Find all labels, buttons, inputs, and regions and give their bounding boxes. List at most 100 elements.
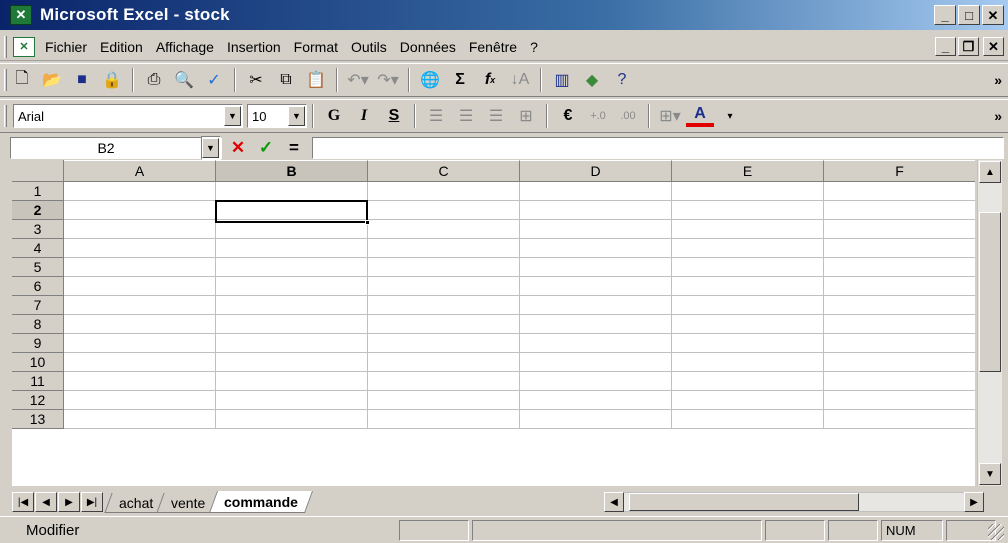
row-header-9[interactable]: 9 <box>12 334 64 353</box>
toolbar-options-chevron-icon[interactable]: » <box>994 108 1002 124</box>
menu-insertion[interactable]: Insertion <box>227 39 281 55</box>
minimize-button[interactable]: _ <box>934 5 956 25</box>
chart-wizard-icon[interactable]: ▥ <box>548 67 576 93</box>
menu-edition[interactable]: Edition <box>100 39 143 55</box>
cell-d6[interactable] <box>520 277 672 296</box>
cell-d5[interactable] <box>520 258 672 277</box>
font-size-combo[interactable]: 10 ▼ <box>247 104 307 128</box>
select-all-button[interactable] <box>12 160 64 182</box>
cell-a10[interactable] <box>64 353 216 372</box>
hyperlink-icon[interactable]: 🌐 <box>416 67 444 93</box>
italic-button[interactable]: I <box>350 103 378 129</box>
horizontal-scrollbar[interactable]: ◀ ▶ <box>604 492 984 512</box>
column-header-a[interactable]: A <box>64 160 216 182</box>
cell-d4[interactable] <box>520 239 672 258</box>
cell-b2[interactable] <box>216 201 368 220</box>
cell-f11[interactable] <box>824 372 975 391</box>
row-header-10[interactable]: 10 <box>12 353 64 372</box>
cell-a8[interactable] <box>64 315 216 334</box>
cell-e3[interactable] <box>672 220 824 239</box>
new-icon[interactable]: 🗋 <box>8 67 36 93</box>
cell-c2[interactable] <box>368 201 520 220</box>
borders-icon[interactable]: ⊞▾ <box>656 103 684 129</box>
cell-d11[interactable] <box>520 372 672 391</box>
first-sheet-icon[interactable]: |◀ <box>12 492 34 512</box>
cell-e2[interactable] <box>672 201 824 220</box>
row-header-7[interactable]: 7 <box>12 296 64 315</box>
cell-a7[interactable] <box>64 296 216 315</box>
menubar-grip[interactable] <box>4 35 7 58</box>
cell-a9[interactable] <box>64 334 216 353</box>
cell-c3[interactable] <box>368 220 520 239</box>
help-icon[interactable]: ? <box>608 67 636 93</box>
cell-b1[interactable] <box>216 182 368 201</box>
cell-e6[interactable] <box>672 277 824 296</box>
column-header-d[interactable]: D <box>520 160 672 182</box>
horizontal-scroll-thumb[interactable] <box>629 493 859 511</box>
equals-icon[interactable]: = <box>282 138 306 158</box>
menu-help[interactable]: ? <box>530 39 538 55</box>
scroll-down-icon[interactable]: ▼ <box>979 463 1001 485</box>
menu-fichier[interactable]: Fichier <box>45 39 87 55</box>
cell-a13[interactable] <box>64 410 216 429</box>
scroll-up-icon[interactable]: ▲ <box>979 161 1001 183</box>
font-color-dropdown-icon[interactable]: ▾ <box>716 103 744 129</box>
cell-d7[interactable] <box>520 296 672 315</box>
resize-grip-icon[interactable] <box>988 524 1004 540</box>
cell-f3[interactable] <box>824 220 975 239</box>
cell-b7[interactable] <box>216 296 368 315</box>
cell-a6[interactable] <box>64 277 216 296</box>
menu-affichage[interactable]: Affichage <box>156 39 214 55</box>
align-right-icon[interactable]: ☰ <box>482 103 510 129</box>
merge-center-icon[interactable]: ⊞ <box>512 103 540 129</box>
cell-d8[interactable] <box>520 315 672 334</box>
chevron-down-icon[interactable]: ▼ <box>288 106 305 126</box>
toolbar-grip[interactable] <box>4 105 7 127</box>
open-icon[interactable]: 📂 <box>38 67 66 93</box>
cell-e12[interactable] <box>672 391 824 410</box>
cell-a12[interactable] <box>64 391 216 410</box>
cell-e11[interactable] <box>672 372 824 391</box>
row-header-1[interactable]: 1 <box>12 182 64 201</box>
cell-b11[interactable] <box>216 372 368 391</box>
cell-f9[interactable] <box>824 334 975 353</box>
vertical-scrollbar[interactable]: ▲ ▼ <box>977 160 1002 486</box>
cell-e5[interactable] <box>672 258 824 277</box>
cell-c11[interactable] <box>368 372 520 391</box>
font-color-icon[interactable]: A <box>686 105 714 127</box>
row-header-4[interactable]: 4 <box>12 239 64 258</box>
last-sheet-icon[interactable]: ▶| <box>81 492 103 512</box>
workbook-icon[interactable]: ✕ <box>13 36 35 57</box>
cut-icon[interactable]: ✂ <box>242 67 270 93</box>
chevron-down-icon[interactable]: ▼ <box>202 138 219 158</box>
close-button[interactable]: ✕ <box>982 5 1004 25</box>
cell-f13[interactable] <box>824 410 975 429</box>
title-bar[interactable]: ✕ Microsoft Excel - stock _ □ ✕ <box>0 0 1008 30</box>
decrease-decimal-icon[interactable]: .00 <box>614 103 642 129</box>
cell-b3[interactable] <box>216 220 368 239</box>
cell-a3[interactable] <box>64 220 216 239</box>
cell-e9[interactable] <box>672 334 824 353</box>
drawing-icon[interactable]: ◆ <box>578 67 606 93</box>
row-header-13[interactable]: 13 <box>12 410 64 429</box>
cell-d13[interactable] <box>520 410 672 429</box>
row-header-3[interactable]: 3 <box>12 220 64 239</box>
paste-icon[interactable]: 📋 <box>302 67 330 93</box>
cell-c4[interactable] <box>368 239 520 258</box>
cell-b4[interactable] <box>216 239 368 258</box>
cell-a11[interactable] <box>64 372 216 391</box>
cell-b5[interactable] <box>216 258 368 277</box>
next-sheet-icon[interactable]: ▶ <box>58 492 80 512</box>
spelling-icon[interactable]: ✓ <box>200 67 228 93</box>
cell-d3[interactable] <box>520 220 672 239</box>
cell-f2[interactable] <box>824 201 975 220</box>
menu-outils[interactable]: Outils <box>351 39 387 55</box>
autosum-icon[interactable]: Σ <box>446 67 474 93</box>
maximize-button[interactable]: □ <box>958 5 980 25</box>
cell-d1[interactable] <box>520 182 672 201</box>
row-header-5[interactable]: 5 <box>12 258 64 277</box>
cell-b12[interactable] <box>216 391 368 410</box>
cell-b10[interactable] <box>216 353 368 372</box>
cell-d2[interactable] <box>520 201 672 220</box>
cell-c13[interactable] <box>368 410 520 429</box>
